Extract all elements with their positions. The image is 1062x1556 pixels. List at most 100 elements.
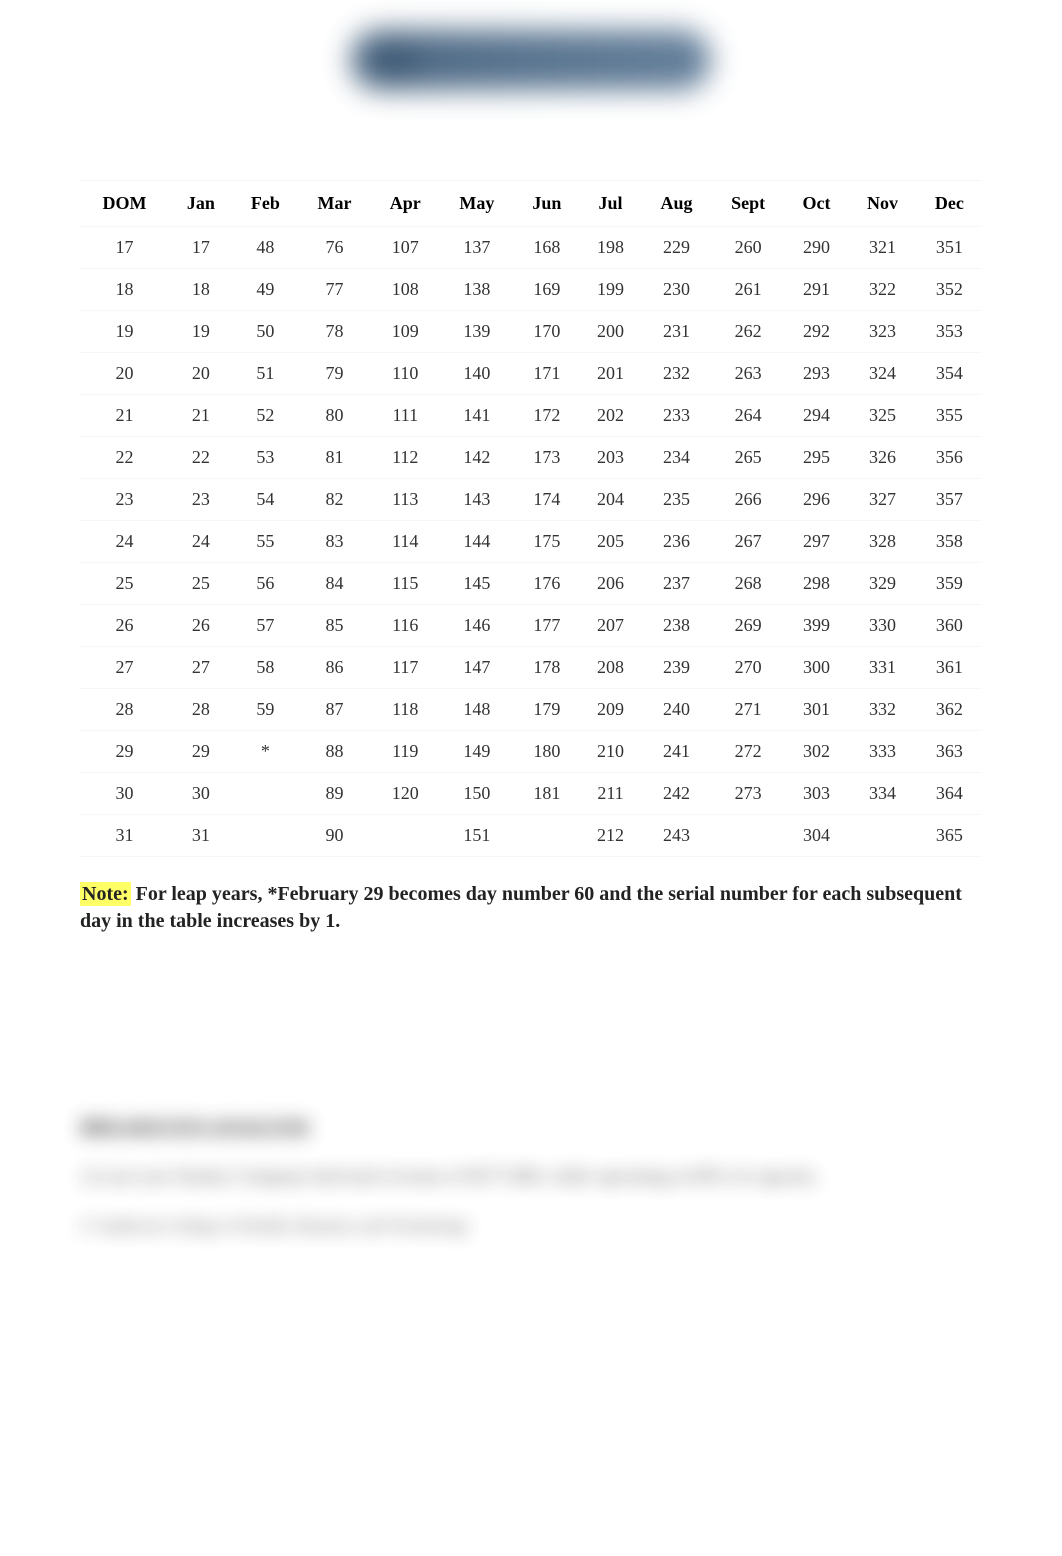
table-cell: 77 <box>298 269 371 311</box>
table-cell: 143 <box>439 479 514 521</box>
table-cell: 120 <box>371 773 439 815</box>
table-cell: 59 <box>233 689 298 731</box>
table-cell: 331 <box>848 647 916 689</box>
table-cell: 354 <box>917 353 982 395</box>
table-cell: 359 <box>917 563 982 605</box>
table-cell: 295 <box>785 437 849 479</box>
table-cell: 169 <box>514 269 579 311</box>
table-cell: 260 <box>712 227 785 269</box>
table-cell: 356 <box>917 437 982 479</box>
table-cell: 142 <box>439 437 514 479</box>
leap-year-note: Note: For leap years, *February 29 becom… <box>80 881 982 935</box>
table-cell: 170 <box>514 311 579 353</box>
table-cell: 240 <box>642 689 712 731</box>
table-cell: 31 <box>80 815 169 857</box>
table-cell: 57 <box>233 605 298 647</box>
table-cell: 53 <box>233 437 298 479</box>
table-cell: 300 <box>785 647 849 689</box>
table-cell: 351 <box>917 227 982 269</box>
table-cell: 22 <box>169 437 233 479</box>
table-cell: 296 <box>785 479 849 521</box>
table-cell: 180 <box>514 731 579 773</box>
table-cell: 173 <box>514 437 579 479</box>
table-cell: 208 <box>579 647 641 689</box>
table-cell: 27 <box>169 647 233 689</box>
blurred-line: 1) Last year Smoky Company had total rev… <box>80 1166 982 1188</box>
table-cell: 148 <box>439 689 514 731</box>
table-cell: 333 <box>848 731 916 773</box>
table-cell: 20 <box>80 353 169 395</box>
table-cell: 297 <box>785 521 849 563</box>
table-cell: 181 <box>514 773 579 815</box>
table-cell: 232 <box>642 353 712 395</box>
table-cell: 85 <box>298 605 371 647</box>
note-text: For leap years, *February 29 becomes day… <box>80 883 962 932</box>
table-row: 27275886117147178208239270300331361 <box>80 647 982 689</box>
table-cell: 202 <box>579 395 641 437</box>
table-cell: 294 <box>785 395 849 437</box>
table-cell: 325 <box>848 395 916 437</box>
table-cell: 271 <box>712 689 785 731</box>
table-cell: 304 <box>785 815 849 857</box>
table-cell: 199 <box>579 269 641 311</box>
table-cell: 30 <box>80 773 169 815</box>
table-cell: 88 <box>298 731 371 773</box>
table-cell: 365 <box>917 815 982 857</box>
table-cell: 327 <box>848 479 916 521</box>
blurred-content-region: BREAKEVEN ANALYSIS 1) Last year Smoky Co… <box>80 1115 982 1236</box>
table-cell: 233 <box>642 395 712 437</box>
table-cell: 110 <box>371 353 439 395</box>
table-cell: 17 <box>169 227 233 269</box>
table-cell: 48 <box>233 227 298 269</box>
table-row: 17174876107137168198229260290321351 <box>80 227 982 269</box>
col-jan: Jan <box>169 181 233 227</box>
table-cell: 87 <box>298 689 371 731</box>
table-cell: 207 <box>579 605 641 647</box>
table-header-row: DOM Jan Feb Mar Apr May Jun Jul Aug Sept… <box>80 181 982 227</box>
table-cell: 231 <box>642 311 712 353</box>
table-cell: 30 <box>169 773 233 815</box>
table-cell: 355 <box>917 395 982 437</box>
col-dom: DOM <box>80 181 169 227</box>
table-cell: 328 <box>848 521 916 563</box>
table-cell: 357 <box>917 479 982 521</box>
col-mar: Mar <box>298 181 371 227</box>
table-cell: 86 <box>298 647 371 689</box>
table-cell: 358 <box>917 521 982 563</box>
table-row: 23235482113143174204235266296327357 <box>80 479 982 521</box>
col-may: May <box>439 181 514 227</box>
table-cell: 118 <box>371 689 439 731</box>
table-cell: 302 <box>785 731 849 773</box>
table-cell: 322 <box>848 269 916 311</box>
table-cell: 290 <box>785 227 849 269</box>
table-cell: 178 <box>514 647 579 689</box>
table-cell: 363 <box>917 731 982 773</box>
table-cell: 18 <box>169 269 233 311</box>
table-cell: 212 <box>579 815 641 857</box>
col-aug: Aug <box>642 181 712 227</box>
table-cell: 266 <box>712 479 785 521</box>
table-cell: 20 <box>169 353 233 395</box>
table-cell: 147 <box>439 647 514 689</box>
table-cell: 29 <box>169 731 233 773</box>
table-cell: 18 <box>80 269 169 311</box>
table-cell: 291 <box>785 269 849 311</box>
table-cell: 82 <box>298 479 371 521</box>
table-cell: 54 <box>233 479 298 521</box>
table-row: 24245583114144175205236267297328358 <box>80 521 982 563</box>
table-cell: 145 <box>439 563 514 605</box>
blurred-heading: BREAKEVEN ANALYSIS <box>80 1115 982 1138</box>
table-cell: 150 <box>439 773 514 815</box>
table-cell: 84 <box>298 563 371 605</box>
table-cell: 239 <box>642 647 712 689</box>
table-cell: 141 <box>439 395 514 437</box>
table-cell: 23 <box>80 479 169 521</box>
table-cell: 198 <box>579 227 641 269</box>
table-row: 18184977108138169199230261291322352 <box>80 269 982 311</box>
table-cell: 353 <box>917 311 982 353</box>
table-cell: 172 <box>514 395 579 437</box>
col-sept: Sept <box>712 181 785 227</box>
table-row: 26265785116146177207238269399330360 <box>80 605 982 647</box>
table-cell: 364 <box>917 773 982 815</box>
day-number-table: DOM Jan Feb Mar Apr May Jun Jul Aug Sept… <box>80 180 982 857</box>
